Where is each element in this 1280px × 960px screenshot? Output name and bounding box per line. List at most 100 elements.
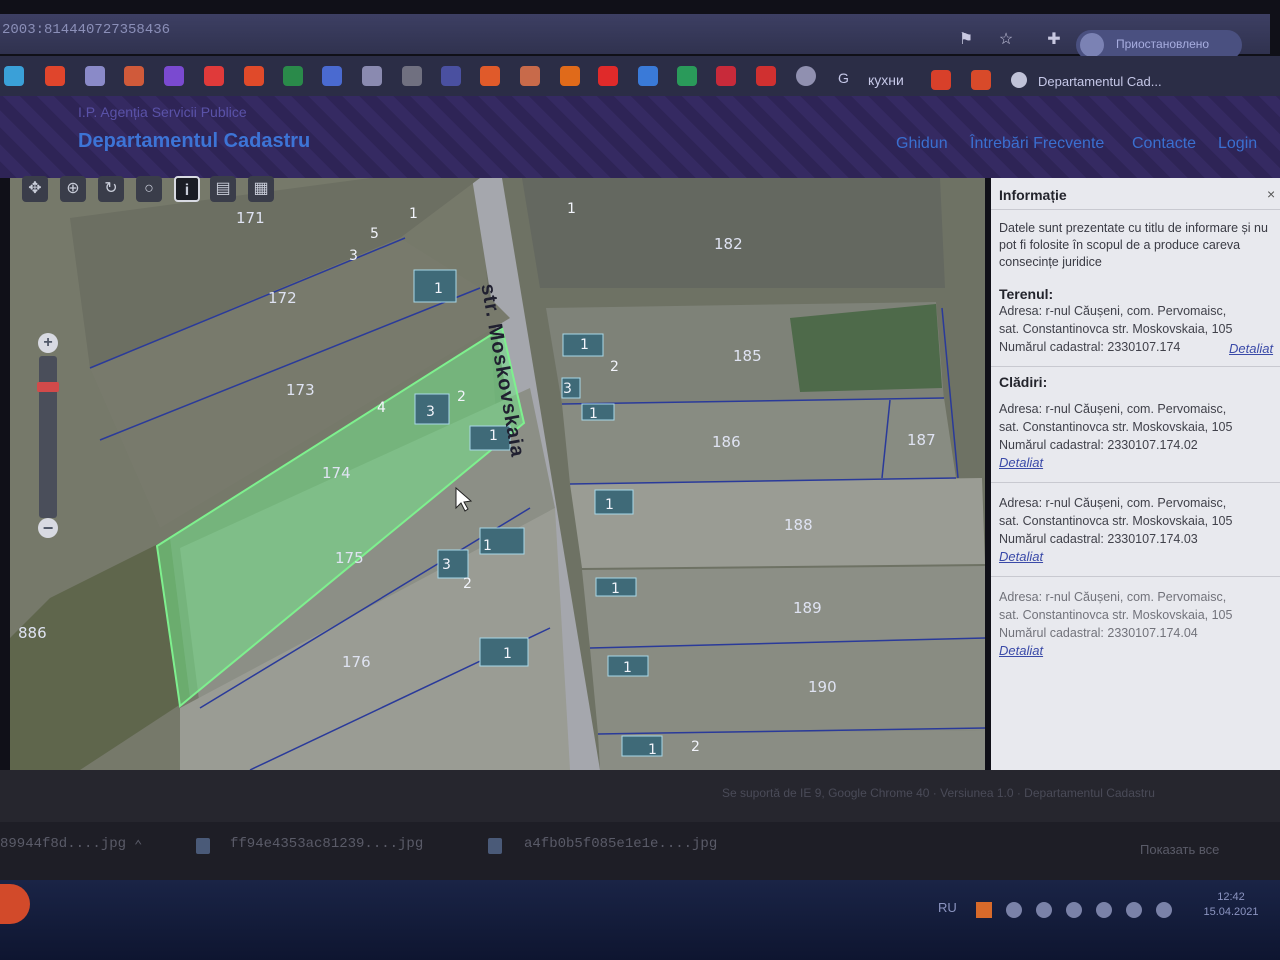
page-title[interactable]: Departamentul Cadastru	[78, 130, 310, 153]
bookmark-icon[interactable]	[124, 66, 144, 86]
bookmark-icon[interactable]	[85, 66, 105, 86]
warning-icon[interactable]	[976, 902, 992, 918]
bookmark-icon[interactable]	[164, 66, 184, 86]
bookmark-departamentul[interactable]: Departamentul Cad...	[1038, 74, 1162, 89]
download-item[interactable]: a4fb0b5f085e1e1e....jpg	[524, 836, 717, 852]
bookmark-icon[interactable]	[480, 66, 500, 86]
info-icon[interactable]: i	[174, 176, 200, 202]
nav-intrebari[interactable]: Întrebări Frecvente	[970, 135, 1104, 153]
layers-icon[interactable]: ▦	[248, 176, 274, 202]
bookmark-icon[interactable]	[244, 66, 264, 86]
bookmark-icon[interactable]	[716, 66, 736, 86]
refresh-icon[interactable]: ↻	[98, 176, 124, 202]
cladire-1-address-1: Adresa: r-nul Căușeni, com. Pervomaisc,	[999, 402, 1227, 416]
tray-icon[interactable]	[1006, 902, 1022, 918]
tray-icon[interactable]	[1036, 902, 1052, 918]
measure-icon[interactable]: ○	[136, 176, 162, 202]
bookmark-kuhni[interactable]: кухни	[868, 72, 904, 88]
bookmark-icon[interactable]	[322, 66, 342, 86]
bookmark-icon[interactable]	[598, 66, 618, 86]
close-icon[interactable]: ×	[1267, 186, 1275, 202]
building-label: 1	[580, 337, 589, 353]
parcel-label: 171	[236, 209, 265, 227]
bookmark-icon[interactable]	[402, 66, 422, 86]
bookmark-icon[interactable]	[931, 70, 951, 90]
building-label: 2	[457, 389, 466, 405]
bookmark-icon[interactable]	[756, 66, 776, 86]
bookmark-icon[interactable]	[283, 66, 303, 86]
nav-login[interactable]: Login	[1218, 135, 1257, 153]
building-label: 1	[409, 206, 418, 222]
zoom-box-icon[interactable]: ⊕	[60, 176, 86, 202]
bookmark-icon[interactable]	[45, 66, 65, 86]
translate-icon[interactable]: ⚑	[956, 30, 976, 50]
extensions-icon[interactable]: ✚	[1044, 30, 1064, 50]
avatar	[1080, 33, 1104, 57]
star-icon[interactable]: ☆	[996, 30, 1016, 50]
cladire-1-address-2: sat. Constantinovca str. Moskovskaia, 10…	[999, 420, 1233, 434]
bookmark-icon[interactable]	[971, 70, 991, 90]
bookmark-icon[interactable]	[362, 66, 382, 86]
zoom-slider[interactable]	[39, 356, 57, 518]
pan-icon[interactable]: ✥	[22, 176, 48, 202]
bookmark-icon[interactable]	[520, 66, 540, 86]
zoom-in-button[interactable]: +	[38, 333, 58, 353]
teren-detaliat-link[interactable]: Detaliat	[1229, 341, 1273, 356]
show-all-downloads[interactable]: Показать все	[1140, 842, 1219, 857]
building-label: 1	[567, 201, 576, 217]
bookmark-icon[interactable]	[560, 66, 580, 86]
download-item[interactable]: 89944f8d....jpg	[0, 836, 126, 852]
parcel-label: 188	[784, 516, 813, 534]
cladire-2-address-1: Adresa: r-nul Căușeni, com. Pervomaisc,	[999, 496, 1227, 510]
zoom-handle[interactable]	[37, 382, 59, 392]
building-label: 2	[610, 359, 619, 375]
cladire-2-detaliat-link[interactable]: Detaliat	[999, 549, 1043, 564]
bookmark-icon[interactable]	[204, 66, 224, 86]
cladire-3-detaliat-link[interactable]: Detaliat	[999, 643, 1043, 658]
nav-contacte[interactable]: Contacte	[1132, 135, 1196, 153]
volume-icon[interactable]	[1096, 902, 1112, 918]
parcel-label: 175	[335, 549, 364, 567]
building[interactable]	[594, 489, 634, 515]
building-label: 5	[370, 226, 379, 242]
info-title: Informație	[999, 187, 1067, 203]
teren-address-1: Adresa: r-nul Căușeni, com. Pervomaisc,	[999, 304, 1227, 318]
file-icon	[196, 838, 210, 854]
screen: 2003:814440727358436 ⚑ ☆ ✚ Приостановлен…	[0, 0, 1280, 960]
map-canvas[interactable]: 171 172 173 174 175 176 182 185 186 187 …	[10, 178, 985, 770]
wordpress-icon[interactable]	[796, 66, 816, 86]
clock-date: 15.04.2021	[1203, 906, 1259, 918]
m-icon[interactable]	[677, 66, 697, 86]
nav-ghidul[interactable]: Ghidun	[896, 135, 948, 153]
building[interactable]	[581, 403, 615, 421]
network-icon[interactable]	[1066, 902, 1082, 918]
cladire-1-detaliat-link[interactable]: Detaliat	[999, 455, 1043, 470]
green-field	[790, 304, 942, 392]
building-label: 3	[442, 557, 451, 573]
parcel-label: 174	[322, 464, 351, 482]
print-icon[interactable]: ▤	[210, 176, 236, 202]
tray-icon[interactable]	[1156, 902, 1172, 918]
url-text[interactable]: 2003:814440727358436	[2, 22, 170, 38]
building-label: 1	[605, 497, 614, 513]
divider	[991, 482, 1280, 483]
block-186	[562, 398, 956, 484]
tray-icon[interactable]	[1126, 902, 1142, 918]
chevron-up-icon[interactable]: ⌃	[134, 838, 142, 855]
download-item[interactable]: ff94e4353ac81239....jpg	[230, 836, 423, 852]
cladire-3-address-1: Adresa: r-nul Căușeni, com. Pervomaisc,	[999, 590, 1227, 604]
building-label: 1	[648, 742, 657, 758]
mail-icon[interactable]	[638, 66, 658, 86]
divider	[991, 366, 1280, 367]
bookmark-icon[interactable]	[4, 66, 24, 86]
globe-icon	[1011, 72, 1027, 88]
building-label: 1	[623, 660, 632, 676]
language-indicator[interactable]: RU	[938, 900, 957, 915]
building-label: 2	[691, 739, 700, 755]
bookmark-icon[interactable]	[441, 66, 461, 86]
clock[interactable]: 12:42 15.04.2021	[1196, 890, 1266, 920]
zoom-out-button[interactable]: −	[38, 518, 58, 538]
cladire-3-cadastral: Numărul cadastral: 2330107.174.04	[999, 626, 1198, 640]
cadastral-map[interactable]: 171 172 173 174 175 176 182 185 186 187 …	[10, 178, 985, 770]
bookmark-g[interactable]: G	[838, 70, 849, 86]
